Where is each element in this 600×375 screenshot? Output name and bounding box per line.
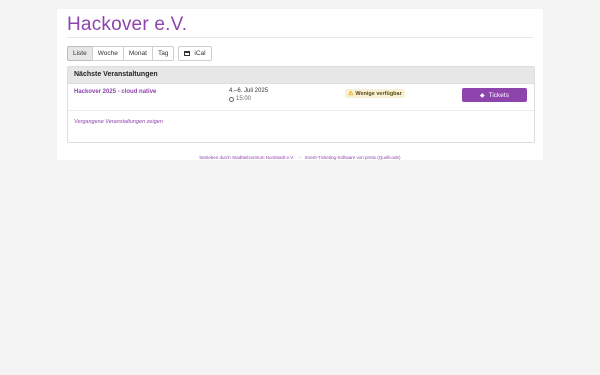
event-row: Hackover 2025 - cloud native 4.–6. Juli … bbox=[68, 84, 534, 111]
availability-badge: ⚠ Wenige verfügbar bbox=[345, 89, 405, 98]
view-list-button[interactable]: Liste bbox=[67, 46, 93, 61]
footer: betrieben durch Stadtteilzentrum Nordsta… bbox=[57, 155, 543, 160]
warning-icon: ⚠ bbox=[348, 91, 354, 97]
event-name-link[interactable]: Hackover 2025 - cloud native bbox=[74, 89, 156, 95]
footer-operator-link[interactable]: betrieben durch Stadtteilzentrum Nordsta… bbox=[199, 155, 294, 160]
past-events-link[interactable]: Vergangene Veranstaltungen zeigen bbox=[74, 119, 163, 125]
view-day-button[interactable]: Tag bbox=[151, 46, 175, 61]
ical-label: iCal bbox=[194, 50, 206, 57]
view-month-button[interactable]: Monat bbox=[122, 46, 153, 61]
event-date: 4.–6. Juli 2025 bbox=[229, 88, 269, 94]
title-divider bbox=[67, 37, 533, 38]
ticket-icon: ◆ bbox=[480, 92, 485, 99]
ical-button[interactable]: iCal bbox=[178, 46, 212, 61]
calendar-icon bbox=[184, 51, 191, 56]
event-time-value: 15:00 bbox=[236, 96, 252, 102]
main-card: Hackover e.V. Liste Woche Monat Tag iCal… bbox=[57, 9, 543, 160]
availability-text: Wenige verfügbar bbox=[355, 90, 402, 97]
events-panel-heading: Nächste Veranstaltungen bbox=[68, 67, 534, 84]
view-switcher: Liste Woche Monat Tag iCal bbox=[67, 46, 212, 61]
footer-separator: – bbox=[298, 155, 301, 160]
events-panel: Nächste Veranstaltungen Hackover 2025 - … bbox=[67, 66, 535, 143]
clock-icon bbox=[229, 96, 234, 102]
event-time: 15:00 bbox=[229, 96, 251, 102]
tickets-button-label: Tickets bbox=[488, 91, 509, 99]
view-week-button[interactable]: Woche bbox=[91, 46, 124, 61]
tickets-button[interactable]: ◆ Tickets bbox=[462, 88, 527, 102]
footer-software-link[interactable]: Event-Ticketing-Software von pretix (Que… bbox=[305, 155, 400, 160]
page-title: Hackover e.V. bbox=[67, 14, 188, 35]
